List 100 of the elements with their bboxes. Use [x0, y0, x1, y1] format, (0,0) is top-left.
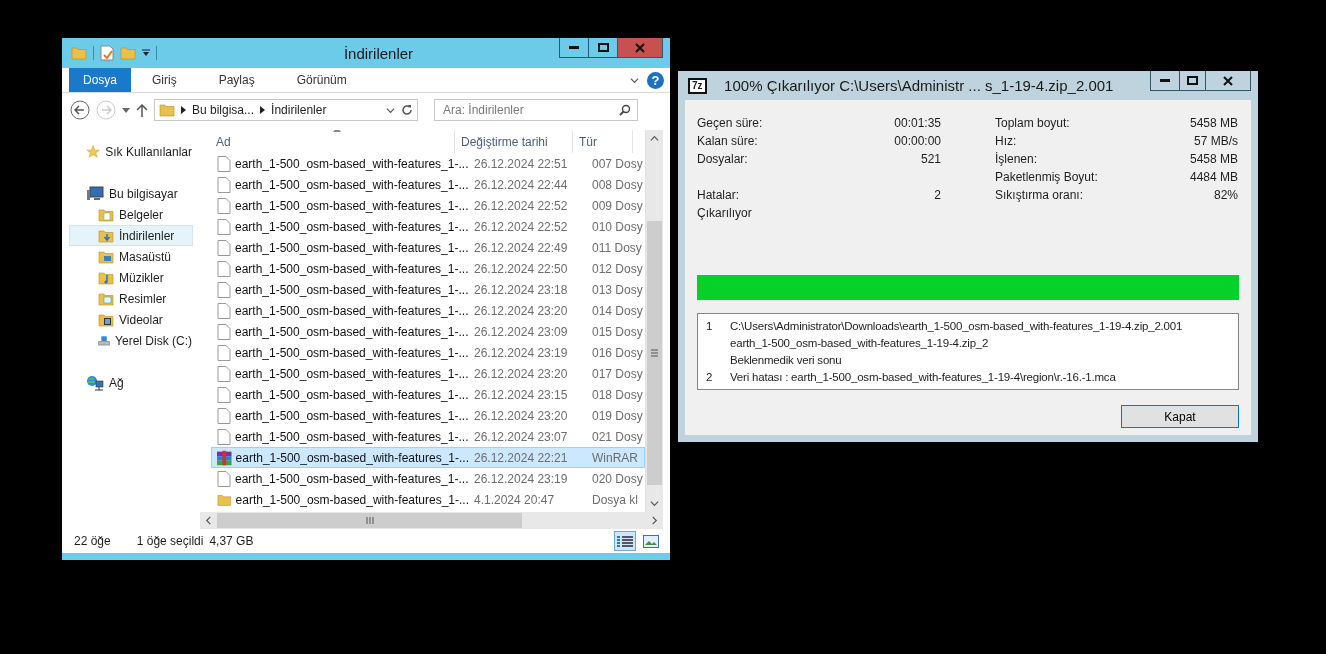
file-date: 26.12.2024 22:44 [473, 177, 569, 192]
file-date: 26.12.2024 23:18 [473, 282, 569, 297]
sidebar-item[interactable]: Yerel Disk (C:) [69, 330, 193, 351]
window-title: İndirilenler [342, 44, 415, 62]
file-icon [217, 323, 231, 340]
minimize-button[interactable] [559, 38, 589, 58]
stat-label: Sıkıştırma oranı: [995, 188, 1084, 202]
quick-access-folder-icon [71, 46, 87, 60]
breadcrumb[interactable]: Bu bilgisa... [192, 103, 255, 117]
help-button[interactable]: ? [647, 71, 664, 89]
videos-folder-icon [98, 312, 114, 327]
stat-value: 57 MB/s [1194, 134, 1238, 148]
up-arrow-icon[interactable] [136, 103, 148, 117]
customize-caret-icon[interactable] [142, 49, 150, 57]
file-name: earth_1-500_osm-based_with-features_1-... [212, 449, 469, 466]
file-name: earth_1-500_osm-based_with-features_1-... [212, 470, 469, 487]
file-row[interactable]: earth_1-500_osm-based_with-features_1-... 26.12.2024 23:19 020 Dosy [211, 468, 645, 489]
sidebar-item[interactable]: Resimler [69, 288, 193, 309]
file-row[interactable]: earth_1-500_osm-based_with-features_1-... 26.12.2024 22:50 012 Dosy [211, 258, 645, 279]
file-type: 008 Dosy [591, 177, 644, 192]
file-name: earth_1-500_osm-based_with-features_1-... [212, 492, 469, 507]
stat-value: 5458 MB [1189, 116, 1238, 130]
minimize-button[interactable] [1150, 71, 1180, 91]
file-type: 014 Dosy [591, 303, 644, 318]
close-button[interactable] [617, 38, 663, 58]
refresh-icon[interactable] [401, 104, 413, 116]
sidebar-item[interactable]: Ağ [69, 372, 193, 393]
file-row[interactable]: earth_1-500_osm-based_with-features_1-... 26.12.2024 22:52 010 Dosy [211, 216, 645, 237]
stat-value: 00:01:35 [894, 116, 941, 130]
file-icon [217, 302, 231, 319]
expand-ribbon-icon [630, 75, 639, 85]
sidebar-item[interactable]: İndirilenler [69, 225, 193, 246]
message-text: earth_1-500_osm-based_with-features_1-19-4.zip_2 [730, 335, 990, 351]
file-row[interactable]: earth_1-500_osm-based_with-features_1-... 26.12.2024 22:49 011 Dosy [211, 237, 645, 258]
stat-value: 82% [1213, 188, 1238, 202]
scroll-left-icon [204, 516, 213, 525]
file-type: 007 Dosy [591, 156, 644, 171]
file-date: 26.12.2024 23:20 [473, 303, 569, 318]
file-date: 26.12.2024 23:15 [473, 387, 569, 402]
app-logo: 7z [688, 77, 707, 94]
file-row[interactable]: earth_1-500_osm-based_with-features_1-... 26.12.2024 22:51 007 Dosy [211, 153, 645, 174]
ribbon-tab[interactable]: Dosya [69, 68, 131, 92]
close-button[interactable] [1205, 71, 1251, 91]
stat-label: Geçen süre: [697, 116, 763, 130]
sidebar-item[interactable]: Müzikler [69, 267, 193, 288]
file-row[interactable]: earth_1-500_osm-based_with-features_1-... 4.1.2024 20:47 Dosya kl [211, 489, 645, 510]
file-icon [217, 344, 231, 361]
file-row[interactable]: earth_1-500_osm-based_with-features_1-... 26.12.2024 22:52 009 Dosy [211, 195, 645, 216]
file-row[interactable]: earth_1-500_osm-based_with-features_1-... 26.12.2024 23:07 021 Dosy [211, 426, 645, 447]
properties-icon[interactable] [100, 45, 114, 61]
stat-label: İşlenen: [995, 152, 1038, 166]
history-dropdown-icon [386, 105, 395, 115]
file-row[interactable]: earth_1-500_osm-based_with-features_1-... 26.12.2024 23:18 013 Dosy [211, 279, 645, 300]
breadcrumb[interactable]: İndirilenler [271, 103, 327, 117]
file-row[interactable]: earth_1-500_osm-based_with-features_1-... 26.12.2024 22:44 008 Dosy [211, 174, 645, 195]
preview-view-icon [643, 534, 659, 548]
stat-value: 2 [934, 188, 941, 202]
file-name: earth_1-500_osm-based_with-features_1-... [212, 407, 469, 424]
address-bar[interactable]: Bu bilgisa... İndirilenler [154, 99, 418, 121]
sidebar-item[interactable]: Bu bilgisayar [69, 183, 193, 204]
scrollbar-thumb[interactable] [217, 513, 522, 528]
file-row[interactable]: earth_1-500_osm-based_with-features_1-... 26.12.2024 23:15 018 Dosy [211, 384, 645, 405]
scroll-right-icon [650, 516, 659, 525]
file-row[interactable]: earth_1-500_osm-based_with-features_1-... 26.12.2024 23:20 019 Dosy [211, 405, 645, 426]
file-row[interactable]: earth_1-500_osm-based_with-features_1-... 26.12.2024 23:09 015 Dosy [211, 321, 645, 342]
sidebar-item[interactable]: Sık Kullanılanlar [69, 141, 193, 162]
sidebar-item[interactable]: Belgeler [69, 204, 193, 225]
file-icon [217, 260, 231, 277]
horizontal-scrollbar[interactable] [200, 512, 663, 529]
ribbon-tab[interactable]: Görünüm [275, 68, 368, 92]
file-date: 26.12.2024 23:20 [473, 408, 569, 423]
search-field[interactable]: Ara: İndirilenler [434, 99, 638, 121]
vertical-scrollbar[interactable] [645, 130, 663, 512]
scroll-down-icon [650, 499, 659, 508]
file-row[interactable]: earth_1-500_osm-based_with-features_1-... 26.12.2024 23:20 017 Dosy [211, 363, 645, 384]
ribbon-tab[interactable]: Giriş [131, 68, 198, 92]
file-row[interactable]: earth_1-500_osm-based_with-features_1-... 26.12.2024 23:19 016 Dosy [211, 342, 645, 363]
file-row[interactable]: earth_1-500_osm-based_with-features_1-... 26.12.2024 23:20 014 Dosy [211, 300, 645, 321]
file-date: 26.12.2024 23:09 [473, 324, 569, 339]
ribbon-tab[interactable]: Paylaş [197, 68, 276, 92]
file-row[interactable]: earth_1-500_osm-based_with-features_1-... 26.12.2024 22:21 WinRAR [211, 447, 645, 468]
view-button[interactable] [614, 531, 636, 551]
file-date: 26.12.2024 22:51 [473, 156, 569, 171]
scrollbar-thumb[interactable] [647, 221, 662, 485]
minimize-icon [1160, 79, 1170, 82]
column-header[interactable]: Değiştirme tarihi [455, 130, 573, 153]
selection-size: 4,37 GB [209, 534, 254, 548]
maximize-icon [1187, 76, 1198, 85]
back-button[interactable] [70, 100, 90, 120]
recent-caret-icon[interactable] [122, 107, 130, 113]
file-name: earth_1-500_osm-based_with-features_1-... [212, 344, 469, 361]
file-type: 015 Dosy [591, 324, 644, 339]
sidebar-item[interactable]: Videolar [69, 309, 193, 330]
folder-icon [217, 492, 232, 507]
message-text: C:\Users\Administrator\Downloads\earth_1-500_osm-based_with-features_1-19-4.zip_2.001 [730, 318, 1184, 334]
file-type: 019 Dosy [591, 408, 644, 423]
sidebar-item[interactable]: Masaüstü [69, 246, 193, 267]
close-button[interactable]: Kapat [1121, 405, 1239, 428]
new-folder-icon [120, 46, 136, 60]
column-header[interactable]: Tür [573, 130, 633, 153]
